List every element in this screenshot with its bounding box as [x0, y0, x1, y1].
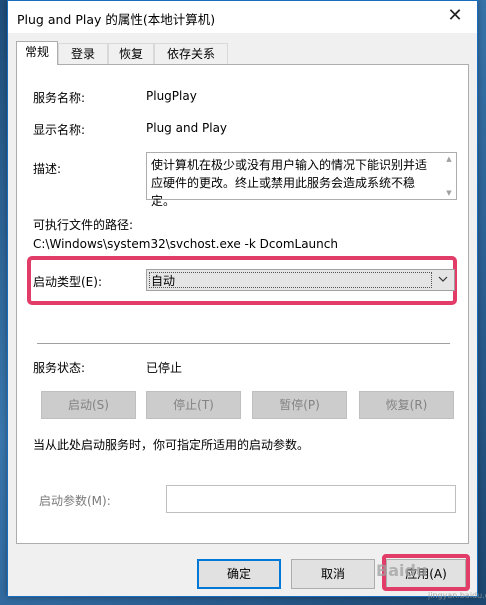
- service-status-value: 已停止: [146, 361, 183, 375]
- tab-recovery[interactable]: 恢复: [108, 43, 154, 64]
- startup-type-dropdown[interactable]: 自动: [146, 269, 455, 291]
- start-params-label: 启动参数(M):: [39, 494, 111, 508]
- scroll-down-icon[interactable]: ▼: [444, 189, 454, 197]
- focus-rectangle: [149, 272, 432, 288]
- general-tab-panel: 服务名称: PlugPlay 显示名称: Plug and Play 描述: 使…: [16, 64, 469, 544]
- start-params-input[interactable]: [166, 485, 456, 513]
- description-label: 描述:: [33, 162, 62, 176]
- tab-logon[interactable]: 登录: [58, 43, 108, 64]
- startup-type-label: 启动类型(E):: [33, 275, 102, 289]
- description-box[interactable]: 使计算机在极少或没有用户输入的情况下能识别并适应硬件的更改。终止或禁用此服务会造…: [146, 152, 457, 208]
- ok-button[interactable]: 确定: [197, 559, 281, 589]
- description-text: 使计算机在极少或没有用户输入的情况下能识别并适应硬件的更改。终止或禁用此服务会造…: [151, 158, 428, 208]
- start-params-hint: 当从此处启动服务时，你可指定所适用的启动参数。: [33, 438, 310, 452]
- scroll-up-icon[interactable]: ▲: [444, 155, 454, 163]
- display-name-value: Plug and Play: [146, 121, 228, 135]
- cancel-button[interactable]: 取消: [291, 559, 375, 589]
- stop-button[interactable]: 停止(T): [146, 391, 241, 419]
- watermark-logo: Baidu: [376, 561, 428, 580]
- title-bar: Plug and Play 的属性(本地计算机) ✕: [8, 1, 477, 33]
- start-button[interactable]: 启动(S): [41, 391, 136, 419]
- pause-button[interactable]: 暂停(P): [252, 391, 347, 419]
- resume-button[interactable]: 恢复(R): [359, 391, 454, 419]
- exe-path-label: 可执行文件的路径:: [33, 218, 134, 232]
- startup-type-value: 自动: [151, 274, 176, 288]
- exe-path-value: C:\Windows\system32\svchost.exe -k DcomL…: [33, 237, 338, 251]
- watermark-url: jingyan.baidu.com: [428, 591, 486, 600]
- window-title: Plug and Play 的属性(本地计算机): [17, 12, 216, 27]
- close-icon[interactable]: ✕: [433, 1, 477, 33]
- tab-general[interactable]: 常规: [16, 41, 58, 65]
- divider: [37, 343, 450, 344]
- service-name-label: 服务名称:: [33, 91, 86, 105]
- service-name-value: PlugPlay: [146, 89, 197, 103]
- properties-dialog: Plug and Play 的属性(本地计算机) ✕ 常规 登录 恢复 依存关系…: [7, 0, 486, 600]
- service-status-label: 服务状态:: [33, 361, 86, 375]
- chevron-down-icon: [438, 276, 448, 282]
- tab-dependencies[interactable]: 依存关系: [154, 43, 228, 64]
- display-name-label: 显示名称:: [33, 123, 86, 137]
